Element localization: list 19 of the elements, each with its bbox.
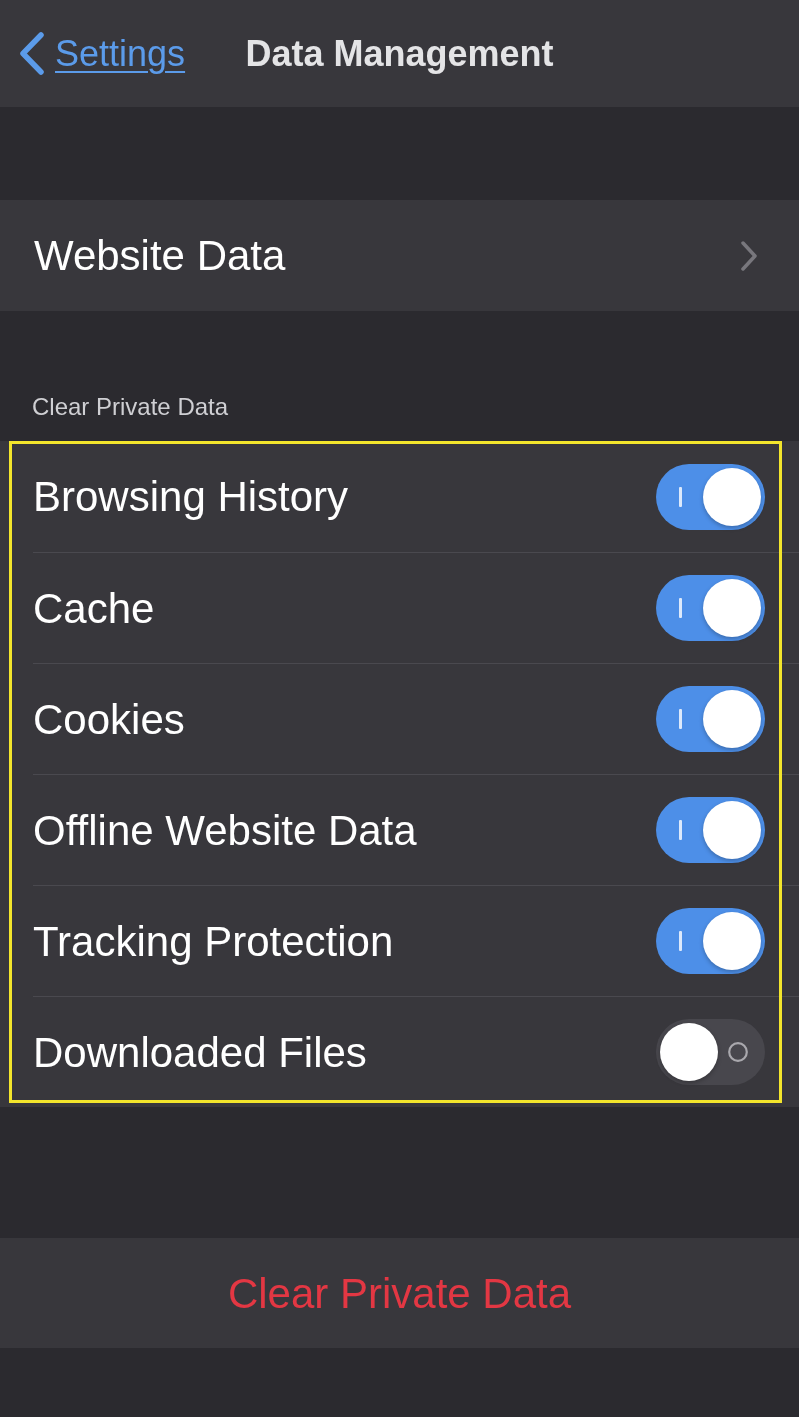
website-data-row[interactable]: Website Data: [0, 200, 799, 311]
toggle-label: Browsing History: [33, 472, 349, 522]
line-icon: [679, 820, 682, 840]
line-icon: [679, 931, 682, 951]
toggle-label: Tracking Protection: [33, 916, 394, 967]
ring-icon: [728, 1042, 748, 1062]
back-link[interactable]: Settings: [18, 26, 186, 81]
section-header: Clear Private Data: [32, 392, 229, 422]
clear-private-data-button[interactable]: Clear Private Data: [0, 1238, 799, 1348]
chevron-right-icon: [740, 239, 758, 272]
chevron-left-icon: [18, 32, 45, 75]
toggle-label: Cache: [33, 583, 155, 634]
toggle-label: Cookies: [33, 694, 185, 745]
line-icon: [679, 598, 682, 618]
toggle-label: Offline Website Data: [33, 805, 417, 856]
line-icon: [679, 709, 682, 729]
line-icon: [679, 486, 682, 507]
toggle-label: Downloaded Files: [33, 1027, 367, 1078]
page-title: Data Management: [245, 31, 554, 76]
